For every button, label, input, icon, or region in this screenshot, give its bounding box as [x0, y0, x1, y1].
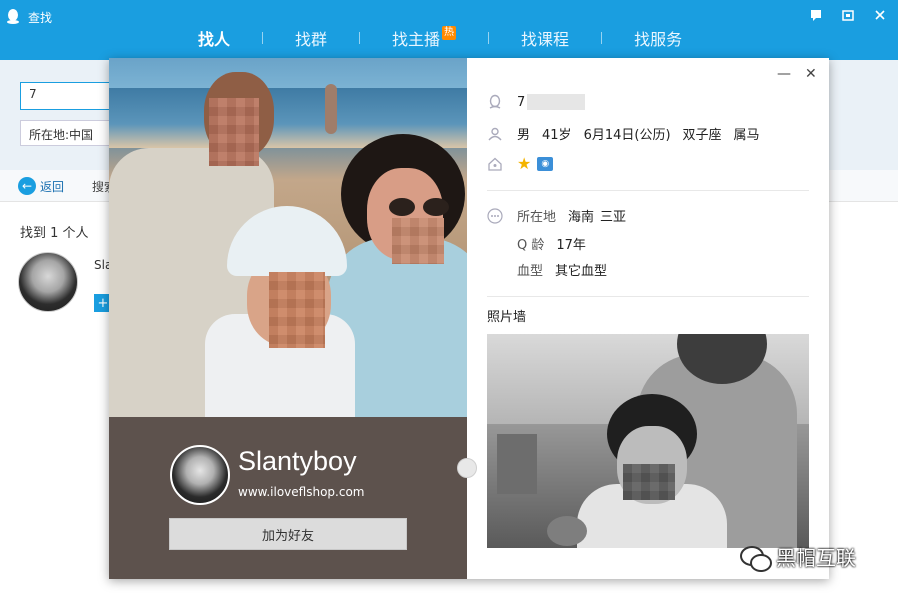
house-icon	[487, 156, 503, 172]
avatar	[18, 252, 78, 312]
back-label: 返回	[40, 179, 65, 194]
blood-value: 其它血型	[555, 264, 608, 279]
tab-find-streamers[interactable]: 找主播热	[374, 26, 474, 50]
camera-icon[interactable]: ◉	[537, 156, 554, 171]
result-count: 找到 1 个人	[20, 226, 89, 241]
window-title: 查找	[28, 11, 53, 25]
birthday: 6月14日(公历)	[583, 128, 671, 143]
cover-photo	[109, 58, 467, 417]
location-key: 所在地	[517, 210, 557, 225]
close-icon[interactable]	[872, 8, 888, 22]
nav-tabs: 找人 找群 找主播热 找课程 找服务	[180, 26, 700, 50]
nav-divider	[262, 32, 264, 44]
nav-divider	[359, 32, 361, 44]
qq-penguin-icon	[7, 9, 19, 24]
qq-number: 7	[517, 94, 526, 110]
qq-penguin-icon	[487, 94, 503, 110]
watermark: 黑帽互联	[740, 542, 856, 572]
back-button[interactable]: ← 返回	[18, 177, 64, 195]
qq-number-row: 7	[487, 94, 586, 110]
nav-divider	[601, 32, 603, 44]
age: 41岁	[542, 128, 572, 143]
face-mosaic	[269, 272, 325, 348]
location-city: 三亚	[600, 210, 627, 225]
redacted-block	[527, 94, 586, 110]
star-icon[interactable]: ★	[517, 154, 531, 173]
tab-find-services[interactable]: 找服务	[616, 26, 700, 50]
blood-row: 血型 其它血型	[517, 260, 613, 279]
wechat-icon	[740, 544, 772, 572]
add-friend-button[interactable]: 加为好友	[169, 518, 407, 550]
website: www.iloveflshop.com	[238, 485, 365, 499]
photo-wall-title: 照片墙	[487, 310, 527, 325]
profile-details: — ✕ 7 男 41岁 6月14日(公历) 双子座 属马 ★ ◉ 所在地 海南 …	[467, 58, 829, 579]
divider	[487, 296, 809, 297]
tab-find-groups[interactable]: 找群	[277, 26, 345, 50]
face-mosaic	[209, 98, 259, 166]
zodiac: 双子座	[682, 128, 722, 143]
hot-badge: 热	[442, 26, 457, 40]
tab-find-people[interactable]: 找人	[180, 26, 248, 50]
location-row: 所在地 海南 三亚	[487, 206, 632, 225]
location-province: 海南	[568, 210, 595, 225]
blood-key: 血型	[517, 264, 544, 279]
qage-key: Q 龄	[517, 238, 545, 253]
gender: 男	[517, 128, 531, 143]
person-icon	[487, 126, 503, 142]
badges-row: ★ ◉	[487, 154, 554, 173]
divider	[487, 190, 809, 191]
minimize-icon[interactable]	[840, 8, 856, 22]
photo-wall-image[interactable]	[487, 334, 809, 548]
qage-value: 17年	[556, 238, 586, 253]
close-icon[interactable]: ✕	[805, 67, 819, 82]
watermark-text: 黑帽互联	[776, 546, 856, 570]
nickname: Slantyboy	[238, 446, 357, 476]
tab-find-streamers-label: 找主播	[392, 30, 441, 49]
nav-divider	[488, 32, 490, 44]
profile-avatar[interactable]	[170, 445, 230, 505]
tab-find-courses[interactable]: 找课程	[503, 26, 587, 50]
feedback-icon[interactable]	[808, 8, 824, 22]
face-mosaic	[623, 464, 675, 500]
back-arrow-icon: ←	[18, 177, 36, 195]
basic-info-row: 男 41岁 6月14日(公历) 双子座 属马	[487, 124, 772, 143]
chinese-zodiac: 属马	[733, 128, 760, 143]
minimize-icon[interactable]: —	[777, 67, 791, 82]
qage-row: Q 龄 17年	[517, 234, 592, 253]
title-bar: 查找 找人 找群 找主播热 找课程 找服务	[0, 0, 898, 60]
face-mosaic	[392, 218, 444, 264]
window-controls	[808, 8, 888, 22]
more-dots-icon	[487, 207, 503, 224]
profile-cover: Slantyboy www.iloveflshop.com 加为好友	[109, 58, 467, 579]
profile-card: Slantyboy www.iloveflshop.com 加为好友 — ✕ 7…	[109, 58, 829, 579]
